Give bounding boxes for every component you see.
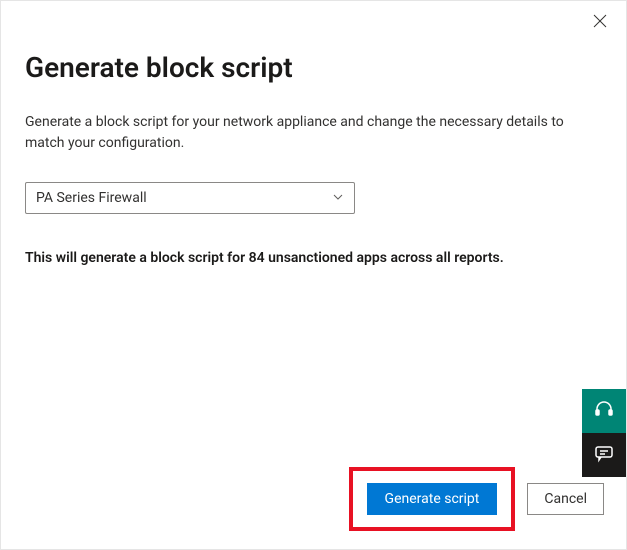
dialog-content: Generate block script Generate a block s… [1,1,626,290]
support-widget[interactable] [582,389,626,433]
dialog-footer: Generate script Cancel [349,467,604,531]
appliance-select-value: PA Series Firewall [36,190,147,206]
appliance-select[interactable]: PA Series Firewall [25,182,355,214]
feedback-icon [594,443,614,468]
close-button[interactable] [590,13,610,33]
chevron-down-icon [332,191,344,206]
primary-action-highlight: Generate script [349,467,516,531]
side-widgets [582,389,626,477]
dialog-description: Generate a block script for your network… [25,112,602,154]
summary-text: This will generate a block script for 84… [25,250,602,266]
close-icon [593,14,607,33]
generate-script-button[interactable]: Generate script [367,483,498,515]
dialog-title: Generate block script [25,51,602,84]
headset-icon [594,399,614,424]
cancel-button[interactable]: Cancel [527,483,604,515]
